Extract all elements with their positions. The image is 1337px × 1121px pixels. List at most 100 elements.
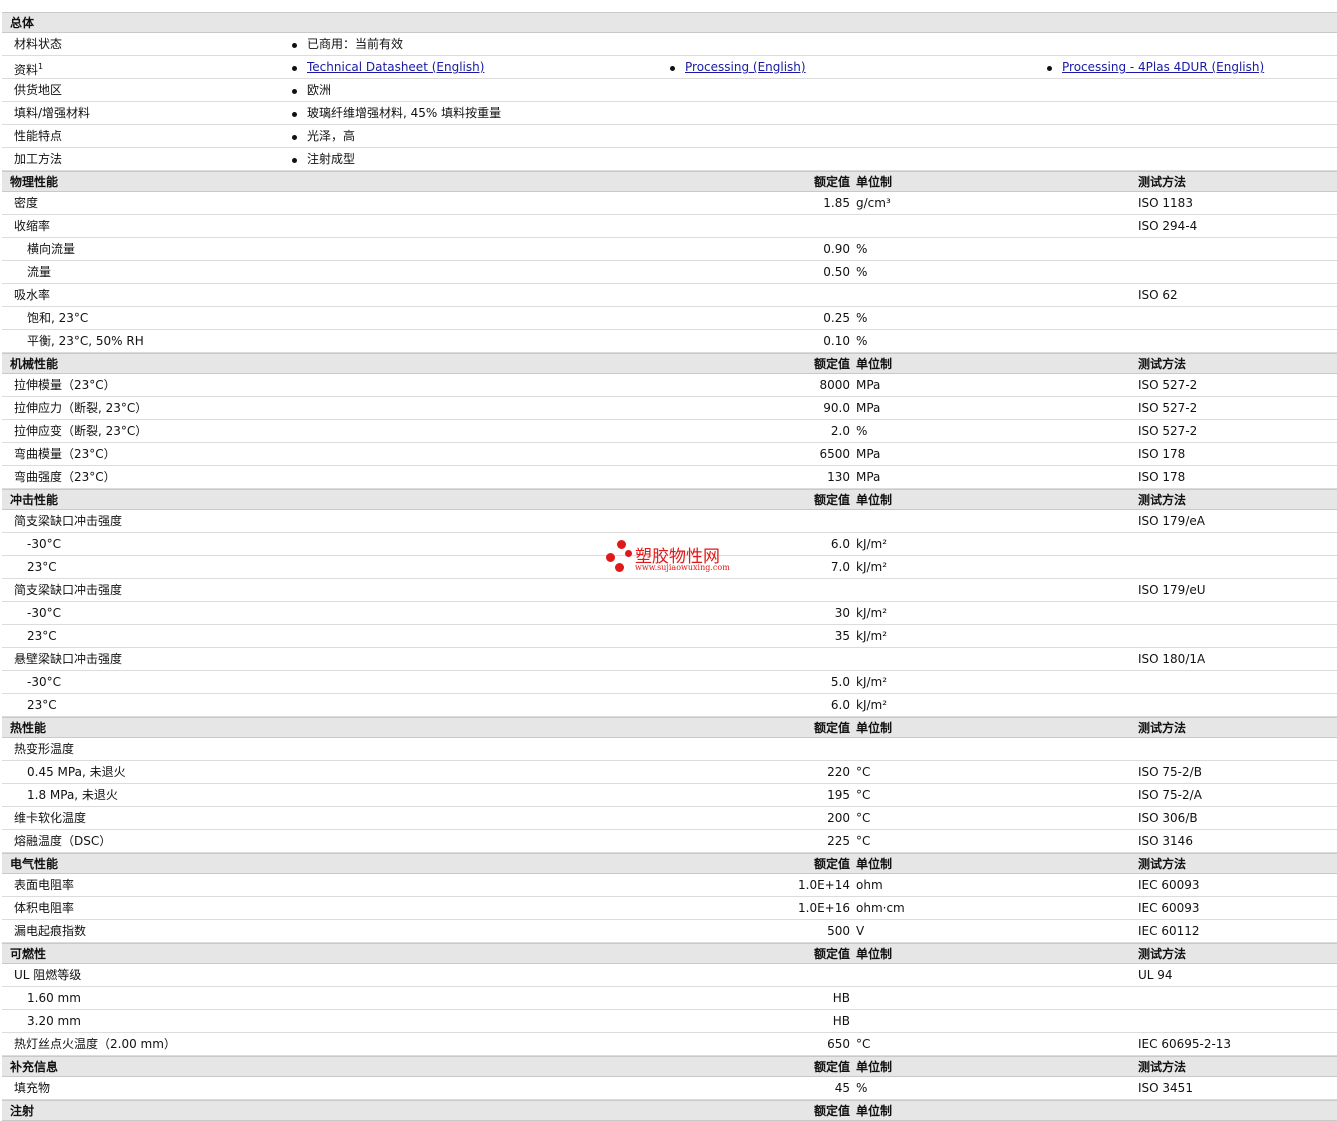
- row-value: 玻璃纤维增强材料, 45% 填料按重量: [307, 106, 502, 120]
- row-label-text: 资料: [14, 63, 39, 77]
- property-unit: %: [856, 242, 868, 256]
- test-method: ISO 75-2/B: [1138, 765, 1202, 779]
- property-value: 6.0: [830, 537, 850, 551]
- column-header-test: 测试方法: [1138, 493, 1187, 507]
- property-label: 拉伸应变（断裂, 23°C）: [14, 424, 148, 438]
- property-unit: MPa: [856, 378, 881, 392]
- property-label: 表面电阻率: [14, 878, 75, 892]
- property-label: 简支梁缺口冲击强度: [14, 583, 123, 597]
- property-label: 弯曲强度（23°C）: [14, 470, 116, 484]
- property-unit: °C: [856, 811, 871, 825]
- property-value: 650: [827, 1037, 850, 1051]
- section-title: 机械性能: [10, 357, 59, 371]
- bullet-icon: [292, 135, 297, 140]
- property-unit: °C: [856, 765, 871, 779]
- property-row: 1.8 MPa, 未退火 195 °C ISO 75-2/A: [2, 784, 1337, 807]
- property-row: 弯曲模量（23°C） 6500 MPa ISO 178: [2, 443, 1337, 466]
- row-label: 资料1: [14, 56, 43, 81]
- property-value: 90.0: [823, 401, 850, 415]
- bullet-icon: [670, 66, 675, 71]
- property-value: 0.25: [823, 311, 850, 325]
- property-label: 吸水率: [14, 288, 51, 302]
- property-unit: g/cm³: [856, 196, 891, 210]
- property-label: 热变形温度: [14, 742, 75, 756]
- logo-dot-icon: [625, 550, 632, 557]
- property-row: 漏电起痕指数 500 V IEC 60112: [2, 920, 1337, 943]
- test-method: ISO 179/eA: [1138, 514, 1205, 528]
- section-title: 补充信息: [10, 1060, 59, 1074]
- property-row: -30°C 5.0 kJ/m²: [2, 671, 1337, 694]
- column-header-unit: 单位制: [856, 857, 893, 871]
- property-row: 拉伸应变（断裂, 23°C） 2.0% ISO 527-2: [2, 420, 1337, 443]
- section-header: 注射 额定值 单位制: [2, 1100, 1337, 1121]
- property-row: 维卡软化温度 200 °C ISO 306/B: [2, 807, 1337, 830]
- property-value: 1.0E+14: [798, 878, 850, 892]
- section-title: 可燃性: [10, 947, 47, 961]
- test-method: ISO 527-2: [1138, 378, 1198, 392]
- property-value: 1.0E+16: [798, 901, 850, 915]
- property-label: 23°C: [27, 698, 57, 712]
- property-unit: %: [856, 265, 868, 279]
- section-header: 物理性能 额定值 单位制 测试方法: [2, 171, 1337, 192]
- bullet-icon: [292, 158, 297, 163]
- property-value: 2.0: [830, 424, 850, 438]
- column-header-unit: 单位制: [856, 947, 893, 961]
- property-value: HB: [832, 991, 850, 1005]
- column-header-test: 测试方法: [1138, 357, 1187, 371]
- property-row: 横向流量 0.90%: [2, 238, 1337, 261]
- property-label: 熔融温度（DSC）: [14, 834, 112, 848]
- property-row: 弯曲强度（23°C） 130 MPa ISO 178: [2, 466, 1337, 489]
- document-link[interactable]: Processing - 4Plas 4DUR (English): [1062, 56, 1264, 78]
- general-row: 填料/增强材料 玻璃纤维增强材料, 45% 填料按重量: [2, 102, 1337, 125]
- property-row: 悬壁梁缺口冲击强度 ISO 180/1A: [2, 648, 1337, 671]
- property-value: 5.0: [830, 675, 850, 689]
- property-unit: kJ/m²: [856, 698, 888, 712]
- property-label: 流量: [27, 265, 52, 279]
- test-method: IEC 60695-2-13: [1138, 1037, 1232, 1051]
- property-unit: kJ/m²: [856, 629, 888, 643]
- property-unit: ohm: [856, 878, 883, 892]
- logo-dot-icon: [617, 540, 626, 549]
- column-header-value: 额定值: [813, 1060, 850, 1074]
- row-value: 欧洲: [307, 83, 332, 97]
- property-unit: V: [856, 924, 865, 938]
- column-header-test: 测试方法: [1138, 857, 1187, 871]
- column-header-value: 额定值: [813, 721, 850, 735]
- column-header-test: 测试方法: [1138, 175, 1187, 189]
- section-title: 物理性能: [10, 175, 59, 189]
- section-header: 可燃性 额定值 单位制 测试方法: [2, 943, 1337, 964]
- property-value: 6.0: [830, 698, 850, 712]
- property-value: 0.10: [823, 334, 850, 348]
- property-label: 维卡软化温度: [14, 811, 87, 825]
- general-row: 供货地区 欧洲: [2, 79, 1337, 102]
- column-header-unit: 单位制: [856, 175, 893, 189]
- row-label-text: 填料/增强材料: [14, 106, 91, 120]
- section-title: 注射: [10, 1104, 35, 1118]
- property-value: 130: [827, 470, 850, 484]
- section-title: 电气性能: [10, 857, 59, 871]
- property-row: 体积电阻率 1.0E+16 ohm·cm IEC 60093: [2, 897, 1337, 920]
- document-link[interactable]: Processing (English): [685, 56, 806, 78]
- property-unit: MPa: [856, 401, 881, 415]
- document-link[interactable]: Technical Datasheet (English): [307, 56, 484, 78]
- test-method: ISO 1183: [1138, 196, 1193, 210]
- column-header-test: 测试方法: [1138, 721, 1187, 735]
- property-row: 流量 0.50%: [2, 261, 1337, 284]
- property-label: 1.60 mm: [27, 991, 81, 1005]
- property-label: UL 阻燃等级: [14, 968, 82, 982]
- row-label: 材料状态: [14, 33, 62, 55]
- property-value: 7.0: [830, 560, 850, 574]
- property-label: 拉伸应力（断裂, 23°C）: [14, 401, 148, 415]
- property-row: UL 阻燃等级 UL 94: [2, 964, 1337, 987]
- property-row: 23°C 6.0 kJ/m²: [2, 694, 1337, 717]
- test-method: ISO 527-2: [1138, 401, 1198, 415]
- property-unit: %: [856, 424, 868, 438]
- property-label: 0.45 MPa, 未退火: [27, 765, 126, 779]
- property-row: 热灯丝点火温度（2.00 mm） 650 °C IEC 60695-2-13: [2, 1033, 1337, 1056]
- property-label: 悬壁梁缺口冲击强度: [14, 652, 123, 666]
- row-label-text: 材料状态: [14, 37, 63, 51]
- property-value: HB: [832, 1014, 850, 1028]
- test-method: IEC 60112: [1138, 924, 1200, 938]
- property-row: 23°C 35 kJ/m²: [2, 625, 1337, 648]
- property-row: 熔融温度（DSC） 225 °C ISO 3146: [2, 830, 1337, 853]
